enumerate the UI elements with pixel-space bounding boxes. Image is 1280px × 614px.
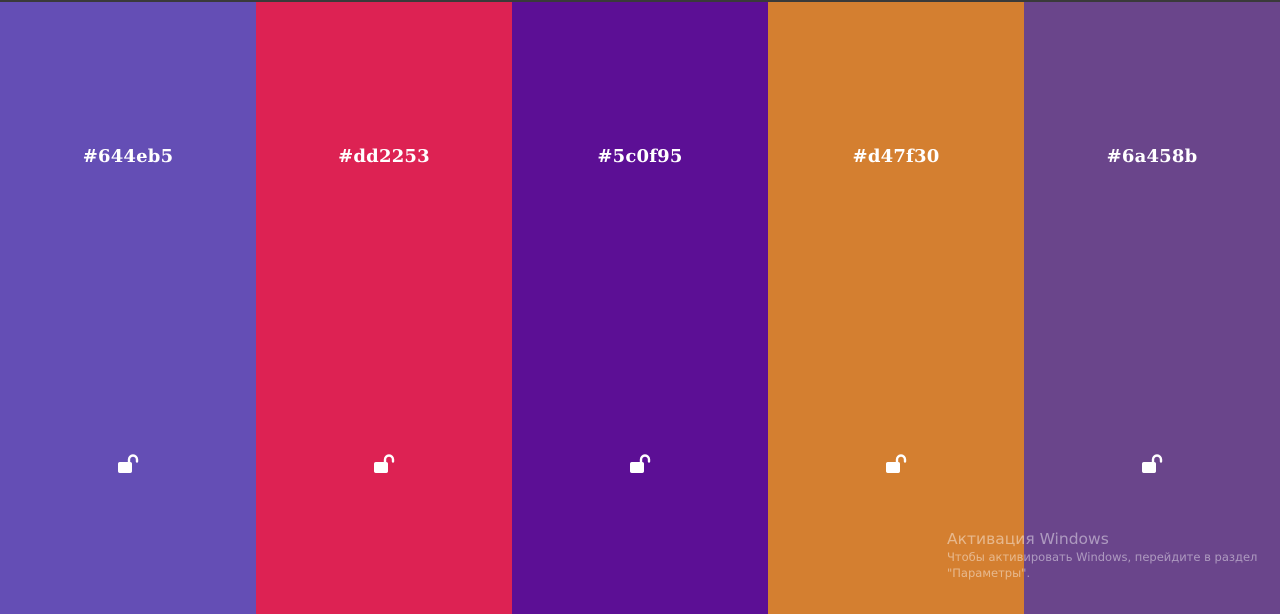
unlocked-lock-icon bbox=[629, 454, 651, 474]
lock-toggle-button[interactable] bbox=[1139, 452, 1165, 476]
lock-toggle-button[interactable] bbox=[883, 452, 909, 476]
color-hex-label[interactable]: #d47f30 bbox=[768, 146, 1024, 167]
color-column-4[interactable]: #d47f30 bbox=[768, 2, 1024, 614]
lock-toggle-button[interactable] bbox=[115, 452, 141, 476]
color-hex-label[interactable]: #6a458b bbox=[1024, 146, 1280, 167]
color-column-2[interactable]: #dd2253 bbox=[256, 2, 512, 614]
color-hex-label[interactable]: #644eb5 bbox=[0, 146, 256, 167]
unlocked-lock-icon bbox=[1141, 454, 1163, 474]
color-column-5[interactable]: #6a458b bbox=[1024, 2, 1280, 614]
unlocked-lock-icon bbox=[373, 454, 395, 474]
lock-toggle-button[interactable] bbox=[371, 452, 397, 476]
color-column-1[interactable]: #644eb5 bbox=[0, 2, 256, 614]
color-hex-label[interactable]: #5c0f95 bbox=[512, 146, 768, 167]
color-column-3[interactable]: #5c0f95 bbox=[512, 2, 768, 614]
unlocked-lock-icon bbox=[117, 454, 139, 474]
color-palette: #644eb5 #dd2253 #5c0f95 #d47f30 #6a458b bbox=[0, 2, 1280, 614]
unlocked-lock-icon bbox=[885, 454, 907, 474]
color-hex-label[interactable]: #dd2253 bbox=[256, 146, 512, 167]
lock-toggle-button[interactable] bbox=[627, 452, 653, 476]
